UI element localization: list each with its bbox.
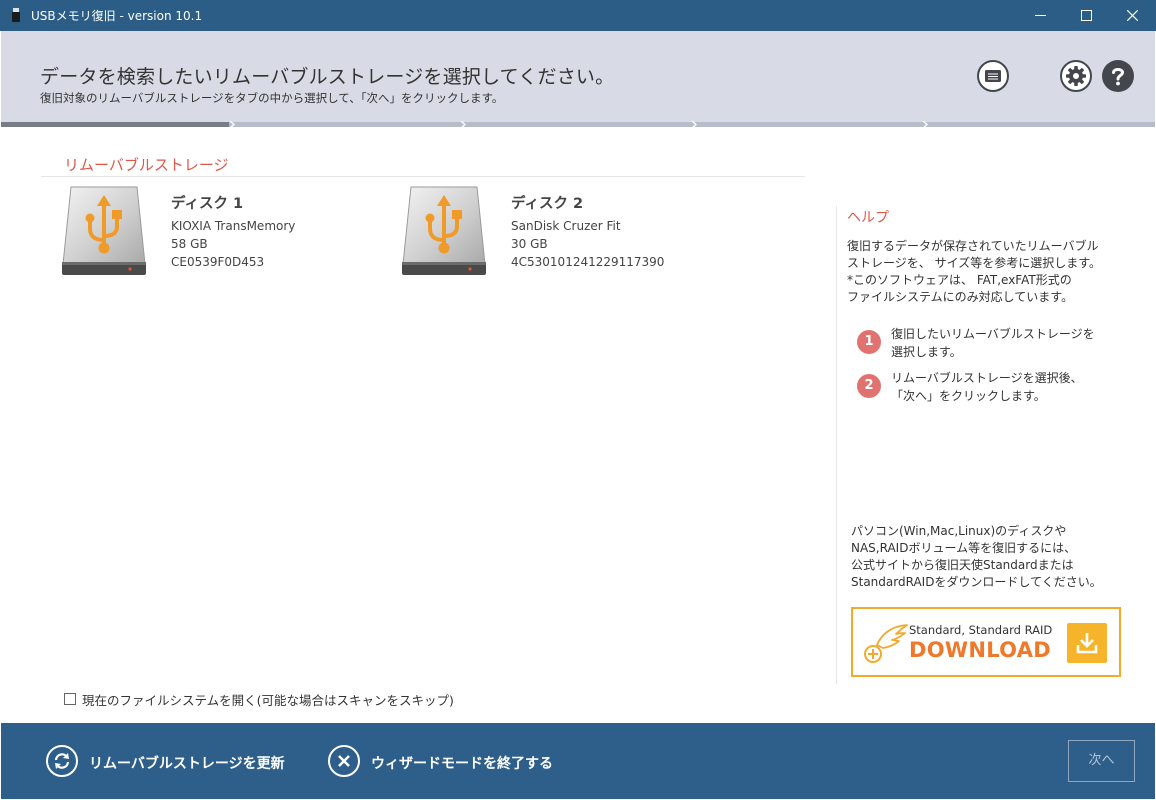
download-banner[interactable]: Standard, Standard RAID DOWNLOAD: [851, 607, 1121, 677]
refresh-storage-label: リムーバブルストレージを更新: [89, 756, 285, 772]
disk-name: ディスク 2: [511, 196, 584, 212]
wizard-progress-bar: [1, 121, 1155, 128]
exit-wizard-label: ウィザードモードを終了する: [371, 756, 553, 772]
usb-drive-icon: [402, 186, 486, 275]
help-panel-divider: [836, 206, 837, 684]
settings-button[interactable]: [1060, 60, 1092, 92]
usb-stick-icon: [12, 8, 20, 22]
maximize-icon: [1081, 10, 1092, 21]
step-separator-icon: [460, 121, 466, 128]
page-title: データを検索したいリムーバブルストレージを選択してください。: [40, 66, 615, 88]
wizard-footer: リムーバブルストレージを更新 ウィザードモードを終了する 次へ: [1, 723, 1155, 799]
close-window-button[interactable]: [1110, 0, 1156, 31]
title-bar: USBメモリ復旧 - version 10.1: [0, 0, 1156, 31]
display-icon: [985, 70, 1001, 82]
close-icon: [1127, 10, 1138, 21]
help-button[interactable]: [1102, 60, 1134, 92]
help-step-text: 選択します。: [891, 345, 962, 359]
open-filesystem-checkbox[interactable]: [64, 693, 76, 705]
promo-line: パソコン(Win,Mac,Linux)のディスクや: [851, 524, 1067, 538]
help-step-badge: 1: [857, 330, 881, 354]
promo-line: NAS,RAIDボリューム等を復旧するには、: [851, 541, 1077, 555]
minimize-icon: [1035, 15, 1046, 16]
disk-serial: 4C530101241229117390: [511, 255, 665, 269]
disk-serial: CE0539F0D453: [171, 255, 265, 269]
close-icon-circle: [328, 745, 360, 777]
download-label: DOWNLOAD: [909, 638, 1052, 662]
refresh-icon-circle: [46, 745, 78, 777]
display-button[interactable]: [977, 60, 1009, 92]
download-icon: [1076, 633, 1098, 654]
step-separator-icon: [691, 121, 697, 128]
page-subtitle: 復旧対象のリムーバブルストレージをタブの中から選択して、「次へ」をクリックします…: [40, 91, 504, 105]
minimize-button[interactable]: [1018, 0, 1064, 31]
download-subtitle: Standard, Standard RAID: [909, 623, 1053, 637]
refresh-storage-button[interactable]: リムーバブルストレージを更新: [46, 745, 306, 777]
promo-line: 公式サイトから復旧天使Standardまたは: [851, 558, 1074, 572]
refresh-icon: [54, 753, 70, 769]
storage-section-title: リムーバブルストレージ: [64, 156, 229, 174]
section-divider: [41, 176, 805, 177]
next-button[interactable]: 次へ: [1068, 740, 1135, 782]
help-step-badge: 2: [857, 374, 881, 398]
open-filesystem-label[interactable]: 現在のファイルシステムを開く(可能な場合はスキャンをスキップ): [82, 690, 454, 709]
help-description-line: *このソフトウェアは、 FAT,exFAT形式の: [847, 273, 1072, 287]
maximize-button[interactable]: [1064, 0, 1110, 31]
disk-name: ディスク 1: [171, 196, 244, 212]
disk-model: SanDisk Cruzer Fit: [511, 219, 621, 233]
progress-current-step: [1, 122, 229, 127]
angel-wing-logo: [864, 624, 908, 663]
window-title: USBメモリ復旧 - version 10.1: [31, 9, 203, 23]
step-separator-icon: [922, 121, 928, 128]
promo-line: StandardRAIDをダウンロードしてください。: [851, 575, 1102, 589]
wizard-header: データを検索したいリムーバブルストレージを選択してください。 復旧対象のリムーバ…: [1, 31, 1155, 122]
help-step-text: 「次へ」をクリックします。: [891, 389, 1046, 403]
exit-wizard-button[interactable]: ウィザードモードを終了する: [328, 745, 578, 777]
help-description-line: ストレージを、 サイズ等を参考に選択します。: [847, 256, 1102, 270]
help-description-line: 復旧するデータが保存されていたリムーバブル: [847, 239, 1099, 253]
help-title: ヘルプ: [847, 210, 889, 226]
disk-size: 30 GB: [511, 237, 548, 251]
download-button[interactable]: [1067, 623, 1107, 663]
disk-item-2[interactable]: ディスク 2 SanDisk Cruzer Fit 30 GB 4C530101…: [399, 184, 719, 279]
disk-item-1[interactable]: ディスク 1 KIOXIA TransMemory 58 GB CE0539F0…: [59, 184, 379, 279]
help-step-text: リムーバブルストレージを選択後、: [891, 371, 1083, 385]
help-step-text: 復旧したいリムーバブルストレージを: [891, 327, 1095, 341]
disk-model: KIOXIA TransMemory: [171, 219, 296, 233]
help-description-line: ファイルシステムにのみ対応しています。: [847, 290, 1074, 304]
close-icon: [338, 755, 350, 767]
gear-icon: [1066, 66, 1086, 86]
usb-drive-icon: [62, 186, 146, 275]
step-separator-icon: [229, 121, 235, 128]
disk-size: 58 GB: [171, 237, 208, 251]
question-icon: [1112, 68, 1125, 86]
